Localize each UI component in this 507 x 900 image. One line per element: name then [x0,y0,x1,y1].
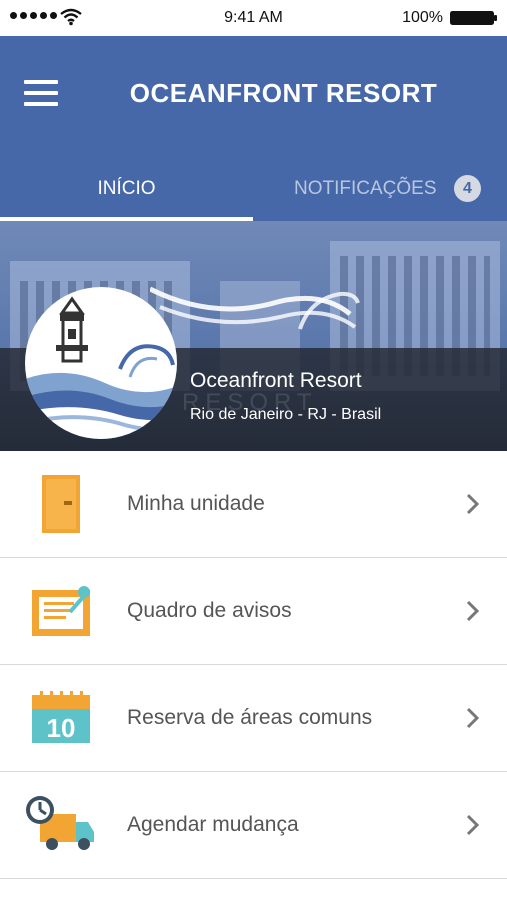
menu-item-label: Reserva de áreas comuns [127,706,373,729]
notice-board-icon [32,586,90,636]
calendar-day-text: 10 [47,713,76,743]
lighthouse-icon [25,296,177,439]
chevron-right-icon [466,600,480,622]
chevron-right-icon [466,493,480,515]
main-menu-list: Minha unidade Quadro de avisos 10 Reserv… [0,451,507,879]
notification-count-badge: 4 [454,175,481,202]
moving-truck-icon [26,796,94,850]
resort-name: Oceanfront Resort [190,369,362,392]
menu-item-label: Quadro de avisos [127,599,292,622]
chevron-right-icon [466,814,480,836]
menu-item-agendar-mudanca[interactable]: Agendar mudança [0,772,507,879]
calendar-icon: 10 [32,691,90,743]
tab-inicio[interactable]: INÍCIO [0,168,253,221]
resort-hero-banner: RESORT Oceanfront Resort Rio de Janeiro … [0,221,507,451]
tab-inicio-label: INÍCIO [97,178,156,199]
app-header: OCEANFRONT RESORT INÍCIO NOTIFICAÇÕES 4 [0,36,507,221]
battery-percent: 100% [402,9,443,26]
lighthouse-waves-logo [25,287,177,439]
resort-location: Rio de Janeiro - RJ - Brasil [190,406,382,423]
menu-item-label: Minha unidade [127,492,265,515]
door-icon [42,475,80,533]
menu-item-minha-unidade[interactable]: Minha unidade [0,451,507,558]
menu-item-label: Agendar mudança [127,813,299,836]
menu-item-reserva-de-areas-comuns[interactable]: 10 Reserva de áreas comuns [0,665,507,772]
chevron-right-icon [466,707,480,729]
waves-graphic [150,286,360,330]
tab-bar: INÍCIO NOTIFICAÇÕES 4 [0,168,507,221]
battery-icon [450,11,497,25]
page-title: OCEANFRONT RESORT [129,78,438,108]
status-bar: 9:41 AM 100% [0,0,507,36]
tab-notificacoes[interactable]: NOTIFICAÇÕES 4 [254,168,507,221]
menu-item-quadro-de-avisos[interactable]: Quadro de avisos [0,558,507,665]
